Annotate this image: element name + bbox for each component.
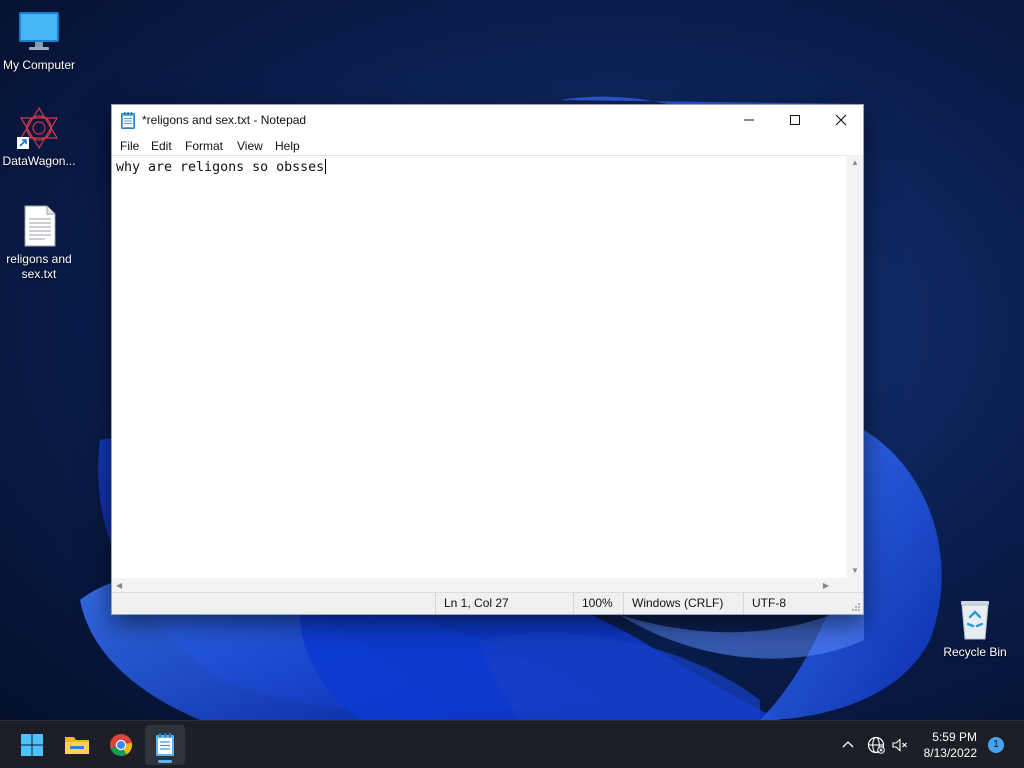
active-indicator [158, 760, 172, 763]
desktop-icon-label: Recycle Bin [943, 645, 1007, 659]
vertical-scrollbar[interactable]: ▲ ▼ [847, 155, 863, 578]
taskbar-chrome[interactable] [101, 725, 141, 765]
status-line-ending: Windows (CRLF) [623, 593, 744, 614]
menu-format[interactable]: Format [185, 139, 223, 153]
menu-help[interactable]: Help [275, 139, 300, 153]
recycle-bin-icon [953, 597, 997, 641]
scroll-up-icon[interactable]: ▲ [851, 158, 859, 167]
desktop-icon-datawagon[interactable]: DataWagon... [0, 106, 78, 169]
scroll-left-icon[interactable]: ◀ [116, 581, 122, 590]
clock-date: 8/13/2022 [923, 746, 977, 760]
minimize-button[interactable] [726, 105, 772, 135]
chevron-up-icon[interactable] [841, 738, 855, 752]
datawagon-icon [17, 106, 61, 150]
clock-time: 5:59 PM [932, 730, 977, 744]
start-icon [21, 734, 43, 756]
maximize-button[interactable] [772, 105, 818, 135]
menu-edit[interactable]: Edit [151, 139, 172, 153]
status-position: Ln 1, Col 27 [435, 593, 571, 614]
volume-muted-icon[interactable] [891, 736, 909, 754]
start-button[interactable] [12, 725, 52, 765]
notification-badge[interactable]: 1 [988, 737, 1004, 753]
close-icon [835, 114, 847, 126]
scroll-right-icon[interactable]: ▶ [823, 581, 829, 590]
notepad-app-icon [121, 112, 135, 129]
taskbar: 5:59 PM 8/13/2022 1 [0, 720, 1024, 768]
desktop-icon-recycle-bin[interactable]: Recycle Bin [936, 597, 1014, 660]
maximize-icon [790, 115, 800, 125]
editor-content: why are religons so obsses [116, 160, 325, 175]
title-bar[interactable]: *religons and sex.txt - Notepad [112, 105, 863, 137]
menu-bar: File Edit Format View Help [112, 137, 863, 157]
network-globe-icon[interactable] [867, 736, 885, 754]
desktop-icon-label: My Computer [2, 58, 76, 72]
desktop-icon-label: DataWagon... [2, 154, 76, 168]
status-encoding: UTF-8 [743, 593, 852, 614]
status-bar: Ln 1, Col 27 100% Windows (CRLF) UTF-8 [112, 592, 863, 614]
text-editor[interactable]: why are religons so obsses [112, 155, 849, 579]
notepad-window: *religons and sex.txt - Notepad File Edi… [111, 104, 864, 615]
minimize-icon [744, 119, 754, 121]
taskbar-clock[interactable]: 5:59 PM 8/13/2022 [924, 729, 977, 761]
desktop: My Computer DataWagon... religons and se… [0, 0, 1024, 720]
notepad-icon [156, 733, 174, 756]
window-title: *religons and sex.txt - Notepad [142, 113, 307, 127]
desktop-icon-text-file[interactable]: religons and sex.txt [0, 204, 78, 282]
monitor-icon [17, 10, 61, 54]
taskbar-notepad[interactable] [145, 725, 185, 765]
menu-file[interactable]: File [120, 139, 139, 153]
desktop-icon-my-computer[interactable]: My Computer [0, 10, 78, 73]
text-file-icon [17, 204, 61, 248]
desktop-icon-label: religons and sex.txt [6, 252, 72, 281]
taskbar-file-explorer[interactable] [57, 725, 97, 765]
text-caret [325, 159, 327, 174]
chrome-icon [110, 734, 133, 756]
menu-view[interactable]: View [237, 139, 263, 153]
close-button[interactable] [818, 105, 864, 135]
file-explorer-icon [65, 737, 89, 754]
scroll-down-icon[interactable]: ▼ [851, 566, 859, 575]
status-zoom: 100% [573, 593, 623, 614]
resize-grip-icon[interactable] [851, 602, 861, 612]
